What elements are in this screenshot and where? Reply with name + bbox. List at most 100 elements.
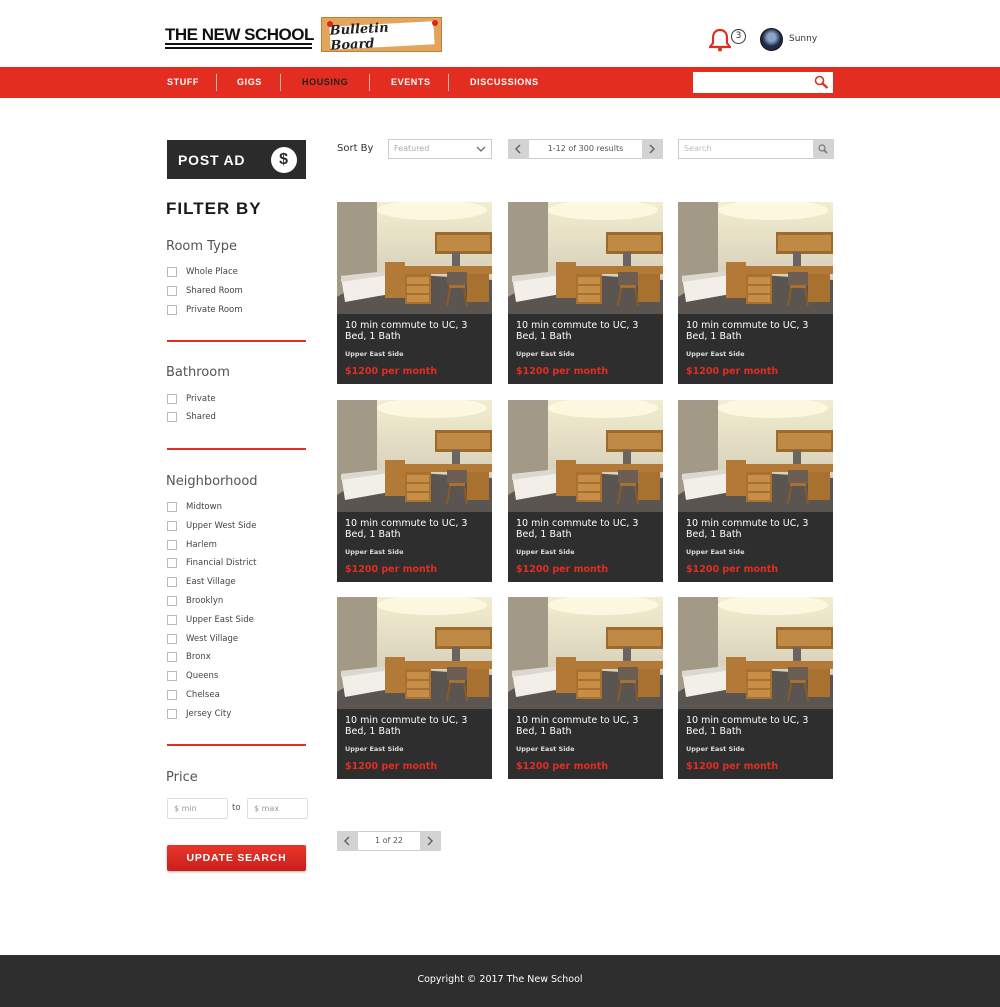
listing-title[interactable]: 10 min commute to UC, 3 Bed, 1 Bath	[345, 320, 487, 342]
checkbox-room-type-whole-place[interactable]: Whole Place	[167, 266, 238, 278]
listing-title[interactable]: 10 min commute to UC, 3 Bed, 1 Bath	[345, 518, 487, 540]
listing-photo[interactable]	[508, 202, 663, 314]
listing-card[interactable]: 10 min commute to UC, 3 Bed, 1 Bath Upper…	[508, 202, 663, 384]
listing-card[interactable]: 10 min commute to UC, 3 Bed, 1 Bath Upper…	[678, 597, 833, 779]
neighborhood-heading: Neighborhood	[166, 474, 258, 489]
checkbox[interactable]	[167, 633, 177, 644]
listing-photo[interactable]	[337, 400, 492, 512]
room-photo	[337, 202, 492, 314]
school-logo[interactable]: THE NEW SCHOOL	[165, 26, 314, 43]
checkbox[interactable]	[167, 558, 177, 569]
checkbox[interactable]	[167, 412, 177, 422]
checkbox-neighborhood-financial-district[interactable]: Financial District	[167, 557, 256, 569]
checkbox[interactable]	[167, 614, 177, 625]
bell-icon[interactable]	[709, 28, 731, 52]
checkbox[interactable]	[167, 539, 177, 550]
nav-item-events[interactable]: EVENTS	[391, 67, 431, 98]
listing-card[interactable]: 10 min commute to UC, 3 Bed, 1 Bath Upper…	[508, 400, 663, 582]
listing-title[interactable]: 10 min commute to UC, 3 Bed, 1 Bath	[686, 518, 828, 540]
listing-title[interactable]: 10 min commute to UC, 3 Bed, 1 Bath	[516, 715, 658, 737]
listing-photo[interactable]	[678, 597, 833, 709]
nav-search-input[interactable]	[693, 72, 833, 93]
listing-title[interactable]: 10 min commute to UC, 3 Bed, 1 Bath	[516, 518, 658, 540]
checkbox[interactable]	[167, 671, 177, 682]
checkbox[interactable]	[167, 502, 177, 512]
price-min-input[interactable]: $ min	[167, 798, 228, 819]
checkbox-neighborhood-chelsea[interactable]: Chelsea	[167, 689, 220, 701]
sort-select[interactable]: Featured	[388, 139, 492, 159]
page-next-button[interactable]	[420, 831, 441, 851]
room-photo	[678, 597, 833, 709]
checkbox-label: Whole Place	[186, 267, 238, 277]
checkbox-neighborhood-midtown[interactable]: Midtown	[167, 501, 222, 513]
room-type-heading: Room Type	[166, 239, 238, 254]
listing-neighborhood: Upper East Side	[345, 350, 404, 358]
listing-photo[interactable]	[337, 202, 492, 314]
checkbox[interactable]	[167, 690, 177, 700]
checkbox[interactable]	[167, 267, 177, 277]
checkbox-label: Financial District	[186, 558, 257, 569]
checkbox-room-type-private-room[interactable]: Private Room	[167, 304, 243, 316]
checkbox-neighborhood-upper-west-side[interactable]: Upper West Side	[167, 520, 256, 532]
nav-item-housing[interactable]: HOUSING	[302, 67, 348, 98]
notification-count-badge: 3	[731, 29, 746, 44]
checkbox-neighborhood-east-village[interactable]: East Village	[167, 576, 236, 588]
update-search-button[interactable]: UPDATE SEARCH	[167, 845, 306, 871]
checkbox-neighborhood-bronx[interactable]: Bronx	[167, 651, 211, 663]
listing-card[interactable]: 10 min commute to UC, 3 Bed, 1 Bath Upper…	[337, 400, 492, 582]
checkbox-neighborhood-upper-east-side[interactable]: Upper East Side	[167, 614, 254, 626]
listing-card[interactable]: 10 min commute to UC, 3 Bed, 1 Bath Upper…	[678, 400, 833, 582]
listing-card[interactable]: 10 min commute to UC, 3 Bed, 1 Bath Upper…	[337, 597, 492, 779]
search-icon[interactable]	[814, 75, 829, 90]
listing-search-button[interactable]	[813, 139, 834, 159]
results-count: 1-12 of 300 results	[547, 144, 624, 153]
bulletin-board-logo[interactable]: Bulletin Board	[321, 17, 442, 53]
listing-title[interactable]: 10 min commute to UC, 3 Bed, 1 Bath	[345, 715, 487, 737]
room-photo	[508, 202, 663, 314]
checkbox-bathroom-private[interactable]: Private	[167, 393, 216, 405]
checkbox[interactable]	[167, 305, 177, 315]
checkbox-room-type-shared-room[interactable]: Shared Room	[167, 285, 243, 297]
listing-card[interactable]: 10 min commute to UC, 3 Bed, 1 Bath Upper…	[678, 202, 833, 384]
checkbox[interactable]	[167, 596, 177, 606]
checkbox-label: Shared Room	[186, 286, 243, 296]
checkbox-neighborhood-west-village[interactable]: West Village	[167, 633, 238, 645]
results-pager: 1-12 of 300 results	[508, 139, 663, 159]
listing-photo[interactable]	[678, 400, 833, 512]
listing-title[interactable]: 10 min commute to UC, 3 Bed, 1 Bath	[686, 715, 828, 737]
checkbox[interactable]	[167, 708, 177, 719]
listing-neighborhood: Upper East Side	[345, 745, 404, 753]
post-ad-button[interactable]: POST AD $	[167, 140, 306, 179]
checkbox-neighborhood-queens[interactable]: Queens	[167, 670, 218, 682]
avatar[interactable]	[760, 28, 783, 51]
username[interactable]: Sunny	[789, 34, 817, 44]
checkbox-bathroom-shared[interactable]: Shared	[167, 411, 216, 423]
section-divider	[167, 744, 306, 746]
results-next-button[interactable]	[642, 139, 663, 159]
checkbox[interactable]	[167, 577, 177, 588]
listing-search-input[interactable]: Search	[678, 139, 834, 159]
listing-card[interactable]: 10 min commute to UC, 3 Bed, 1 Bath Upper…	[508, 597, 663, 779]
nav-item-discussions[interactable]: DISCUSSIONS	[470, 67, 539, 98]
page-prev-button[interactable]	[337, 831, 358, 851]
checkbox[interactable]	[167, 520, 177, 531]
nav-item-gigs[interactable]: GIGS	[237, 67, 262, 98]
listing-title[interactable]: 10 min commute to UC, 3 Bed, 1 Bath	[686, 320, 828, 342]
listing-card[interactable]: 10 min commute to UC, 3 Bed, 1 Bath Upper…	[337, 202, 492, 384]
checkbox-neighborhood-harlem[interactable]: Harlem	[167, 539, 217, 551]
listing-photo[interactable]	[678, 202, 833, 314]
listing-photo[interactable]	[337, 597, 492, 709]
checkbox-neighborhood-brooklyn[interactable]: Brooklyn	[167, 595, 223, 607]
checkbox[interactable]	[167, 652, 177, 663]
listing-photo[interactable]	[508, 400, 663, 512]
listing-photo[interactable]	[508, 597, 663, 709]
checkbox-label: East Village	[186, 577, 236, 588]
listing-title[interactable]: 10 min commute to UC, 3 Bed, 1 Bath	[516, 320, 658, 342]
checkbox-label: Midtown	[186, 502, 222, 512]
price-max-input[interactable]: $ max	[247, 798, 308, 819]
nav-item-stuff[interactable]: STUFF	[167, 67, 199, 98]
checkbox[interactable]	[167, 286, 177, 296]
checkbox[interactable]	[167, 394, 177, 404]
results-prev-button[interactable]	[508, 139, 529, 159]
checkbox-neighborhood-jersey-city[interactable]: Jersey City	[167, 708, 231, 720]
